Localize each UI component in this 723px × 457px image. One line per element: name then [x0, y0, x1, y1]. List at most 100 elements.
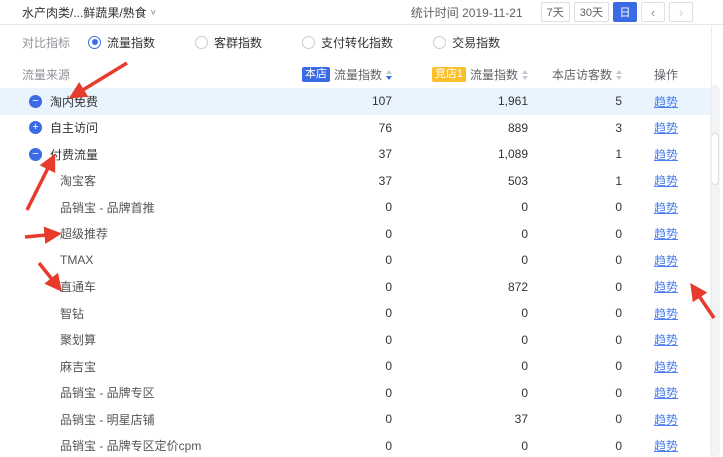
- traffic-source-name: 直通车: [60, 278, 96, 295]
- own-index-value: 0: [262, 359, 392, 373]
- action-cell: 趋势: [622, 331, 682, 348]
- source-cell: − 付费流量: [0, 146, 262, 163]
- trend-link[interactable]: 趋势: [654, 252, 678, 269]
- own-index-value: 0: [262, 386, 392, 400]
- trend-link[interactable]: 趋势: [654, 384, 678, 401]
- visitor-count-value: 0: [528, 439, 622, 453]
- rival-index-value: 0: [392, 253, 528, 267]
- col-header-action: 操作: [622, 66, 682, 83]
- visitor-count-value: 1: [528, 174, 622, 188]
- traffic-source-name: TMAX: [60, 253, 93, 267]
- table-body: − 淘内免费 107 1,961 5 趋势 + 自主访问 76 889 3 趋势…: [0, 88, 723, 457]
- prev-day-button[interactable]: ‹: [641, 2, 665, 22]
- visitor-count-value: 0: [528, 227, 622, 241]
- rival-index-value: 37: [392, 412, 528, 426]
- range-button[interactable]: 7天: [541, 2, 570, 22]
- source-cell: 品销宝 - 明星店铺: [0, 411, 262, 428]
- topbar: 水产肉类/...鲜蔬果/熟食 ∨ 统计时间 2019-11-21 7天30天日 …: [0, 0, 723, 25]
- source-cell: 超级推荐: [0, 225, 262, 242]
- visitor-count-value: 0: [528, 359, 622, 373]
- traffic-source-name: 淘内免费: [50, 93, 98, 110]
- own-index-value: 107: [262, 94, 392, 108]
- action-cell: 趋势: [622, 411, 682, 428]
- metric-radio[interactable]: 支付转化指数: [302, 34, 393, 51]
- action-cell: 趋势: [622, 172, 682, 189]
- traffic-source-name: 麻吉宝: [60, 358, 96, 375]
- source-cell: + 自主访问: [0, 119, 262, 136]
- trend-link[interactable]: 趋势: [654, 305, 678, 322]
- source-cell: 麻吉宝: [0, 358, 262, 375]
- traffic-source-name: 智钻: [60, 305, 84, 322]
- visitor-count-value: 0: [528, 200, 622, 214]
- own-index-value: 37: [262, 174, 392, 188]
- table-row: 品销宝 - 品牌专区 0 0 0 趋势: [0, 380, 712, 407]
- metric-radio-label: 交易指数: [452, 34, 500, 51]
- scrollbar-thumb[interactable]: [711, 133, 719, 185]
- action-cell: 趋势: [622, 358, 682, 375]
- action-cell: 趋势: [622, 305, 682, 322]
- col-header-rival-index[interactable]: 竞店1 流量指数: [392, 66, 528, 83]
- range-button[interactable]: 30天: [574, 2, 609, 22]
- trend-link[interactable]: 趋势: [654, 358, 678, 375]
- action-cell: 趋势: [622, 199, 682, 216]
- stat-time-label: 统计时间 2019-11-21: [411, 4, 523, 21]
- chevron-down-icon: ∨: [150, 8, 157, 17]
- trend-link[interactable]: 趋势: [654, 146, 678, 163]
- source-cell: 品销宝 - 品牌专区: [0, 384, 262, 401]
- rival-index-value: 0: [392, 359, 528, 373]
- expand-toggle-icon[interactable]: −: [29, 148, 42, 161]
- date-controls: 统计时间 2019-11-21 7天30天日 ‹ ›: [411, 2, 693, 22]
- trend-link[interactable]: 趋势: [654, 172, 678, 189]
- source-cell: 品销宝 - 品牌首推: [0, 199, 262, 216]
- own-index-value: 37: [262, 147, 392, 161]
- col-header-own-index[interactable]: 本店 流量指数: [262, 66, 392, 83]
- metric-radio[interactable]: 流量指数: [88, 34, 155, 51]
- action-cell: 趋势: [622, 119, 682, 136]
- source-cell: 直通车: [0, 278, 262, 295]
- metric-radio-label: 客群指数: [214, 34, 262, 51]
- trend-link[interactable]: 趋势: [654, 119, 678, 136]
- metric-radio-group: 流量指数 客群指数 支付转化指数 交易指数: [88, 34, 540, 51]
- date-range-group: 7天30天日: [537, 2, 637, 22]
- category-breadcrumb[interactable]: 水产肉类/...鲜蔬果/熟食 ∨: [22, 4, 157, 21]
- table-row: TMAX 0 0 0 趋势: [0, 247, 712, 274]
- action-cell: 趋势: [622, 437, 682, 454]
- trend-link[interactable]: 趋势: [654, 199, 678, 216]
- visitor-count-value: 5: [528, 94, 622, 108]
- source-cell: 智钻: [0, 305, 262, 322]
- trend-link[interactable]: 趋势: [654, 225, 678, 242]
- col-header-source: 流量来源: [0, 66, 262, 83]
- trend-link[interactable]: 趋势: [654, 278, 678, 295]
- table-header: 流量来源 本店 流量指数 竞店1 流量指数 本店访客数 操作: [0, 61, 712, 88]
- own-index-value: 76: [262, 121, 392, 135]
- table-row: 智钻 0 0 0 趋势: [0, 300, 712, 327]
- expand-toggle-icon[interactable]: −: [29, 95, 42, 108]
- table-row: 品销宝 - 品牌专区定价cpm 0 0 0 趋势: [0, 433, 712, 457]
- trend-link[interactable]: 趋势: [654, 331, 678, 348]
- own-index-value: 0: [262, 412, 392, 426]
- rival-index-value: 503: [392, 174, 528, 188]
- trend-link[interactable]: 趋势: [654, 437, 678, 454]
- metric-radio[interactable]: 交易指数: [433, 34, 500, 51]
- visitor-count-value: 1: [528, 147, 622, 161]
- table-row: 淘宝客 37 503 1 趋势: [0, 168, 712, 195]
- next-day-button[interactable]: ›: [669, 2, 693, 22]
- col-header-visitors[interactable]: 本店访客数: [528, 66, 622, 83]
- table-row: 品销宝 - 品牌首推 0 0 0 趋势: [0, 194, 712, 221]
- metric-radio-label: 支付转化指数: [321, 34, 393, 51]
- traffic-source-analysis-page: 水产肉类/...鲜蔬果/熟食 ∨ 统计时间 2019-11-21 7天30天日 …: [0, 0, 723, 457]
- source-cell: 聚划算: [0, 331, 262, 348]
- metric-radio[interactable]: 客群指数: [195, 34, 262, 51]
- own-index-value: 0: [262, 333, 392, 347]
- table-row: + 自主访问 76 889 3 趋势: [0, 115, 712, 142]
- trend-link[interactable]: 趋势: [654, 411, 678, 428]
- range-button[interactable]: 日: [613, 2, 637, 22]
- own-index-value: 0: [262, 227, 392, 241]
- expand-toggle-icon[interactable]: +: [29, 121, 42, 134]
- trend-link[interactable]: 趋势: [654, 93, 678, 110]
- visitor-count-value: 0: [528, 306, 622, 320]
- visitor-count-value: 3: [528, 121, 622, 135]
- own-index-label: 流量指数: [334, 66, 382, 83]
- rival-index-label: 流量指数: [470, 66, 518, 83]
- radio-icon: [433, 36, 446, 49]
